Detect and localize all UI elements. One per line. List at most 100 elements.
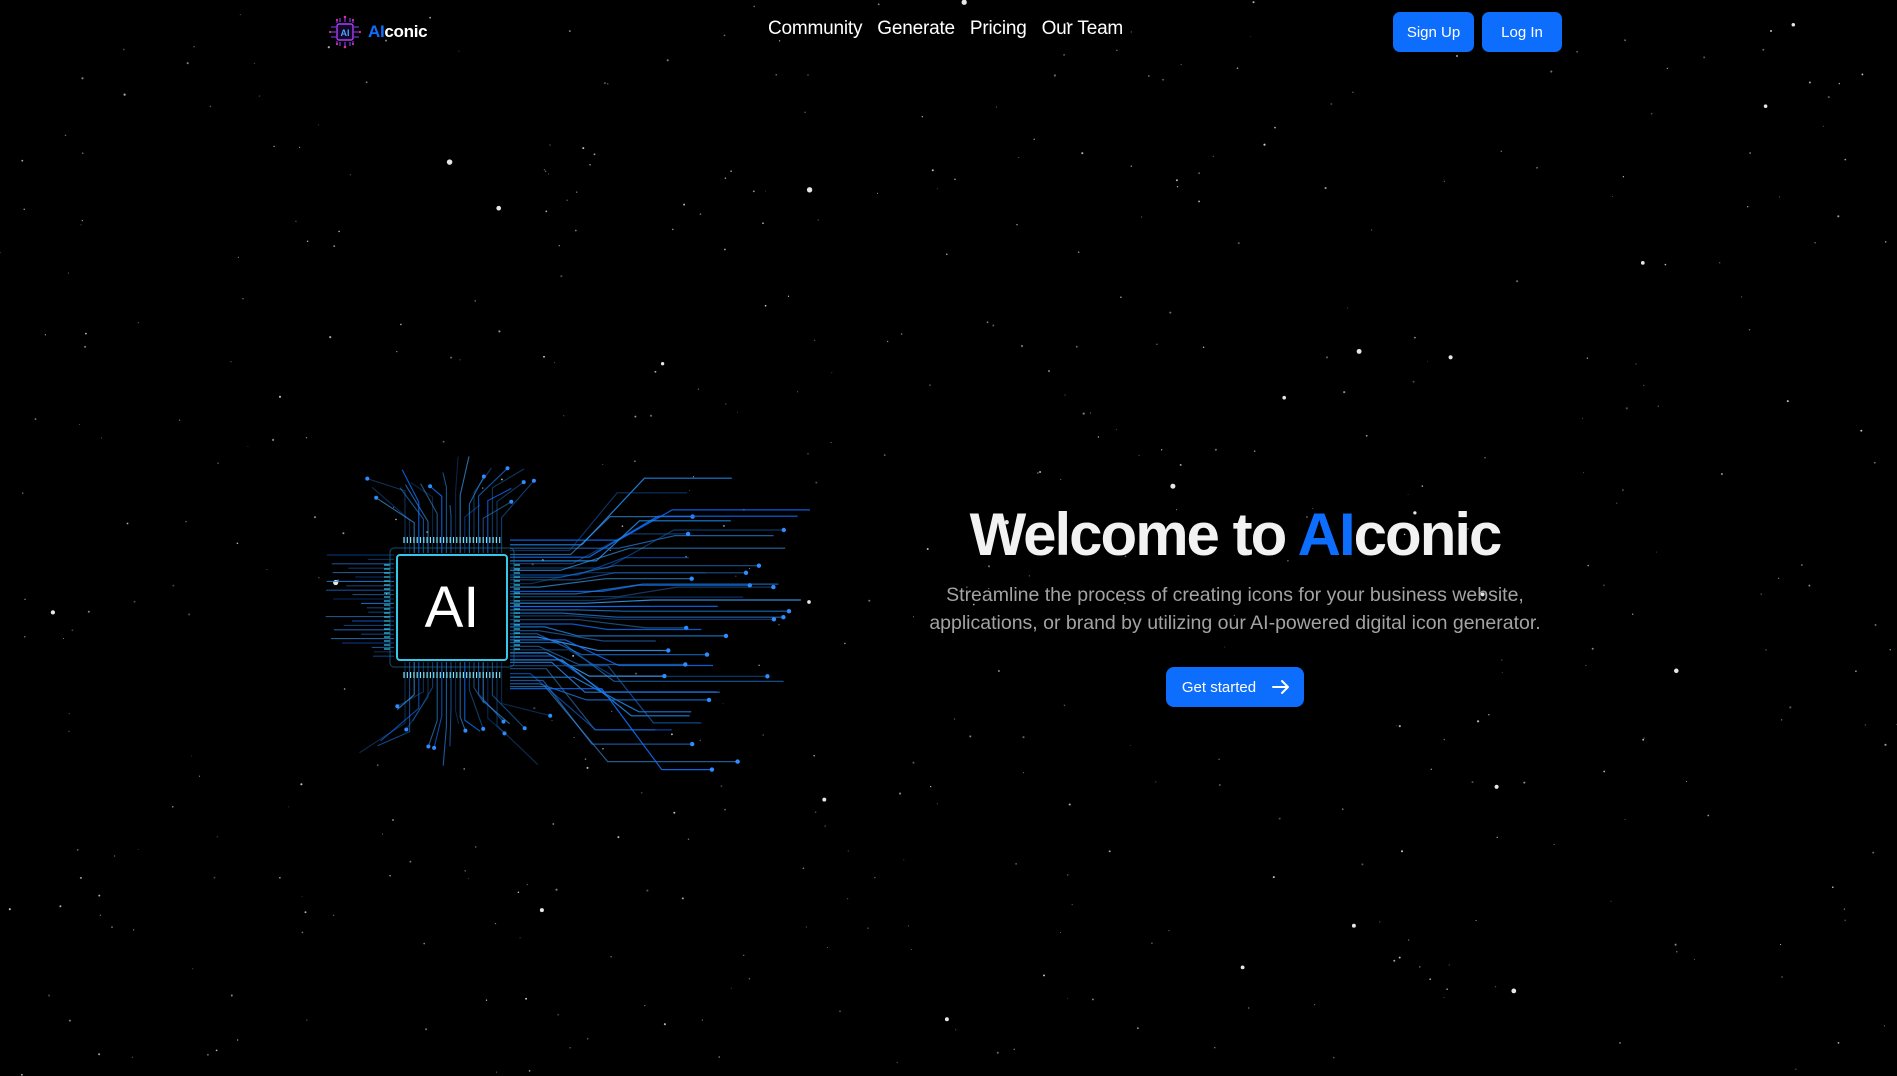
star xyxy=(266,568,268,571)
star xyxy=(1115,428,1117,430)
star xyxy=(171,805,174,808)
star xyxy=(1650,112,1653,115)
star xyxy=(1864,724,1867,726)
nav-link-pricing[interactable]: Pricing xyxy=(970,18,1027,40)
star xyxy=(1622,176,1625,178)
star xyxy=(617,836,620,839)
star xyxy=(389,874,391,877)
nav-link-generate[interactable]: Generate xyxy=(877,18,955,40)
star xyxy=(1060,931,1061,933)
star xyxy=(1674,668,1679,674)
star xyxy=(886,340,889,343)
star xyxy=(1553,844,1555,846)
star xyxy=(552,823,555,825)
star xyxy=(1643,384,1645,386)
star xyxy=(1071,903,1073,906)
star xyxy=(1676,951,1678,953)
star xyxy=(1747,206,1749,208)
star xyxy=(1214,448,1217,451)
star xyxy=(1313,1003,1316,1006)
star xyxy=(549,144,551,146)
star xyxy=(215,1049,218,1052)
star xyxy=(699,213,702,215)
star xyxy=(543,169,546,171)
star xyxy=(737,411,738,413)
get-started-button[interactable]: Get started xyxy=(1165,667,1305,707)
star xyxy=(697,388,699,390)
star xyxy=(23,635,26,638)
star xyxy=(560,275,563,278)
circuit-node xyxy=(765,674,770,679)
star xyxy=(822,797,827,802)
star xyxy=(126,522,129,525)
star xyxy=(992,324,995,327)
star xyxy=(1873,461,1876,464)
star xyxy=(1090,412,1092,414)
star xyxy=(1253,450,1256,452)
star xyxy=(242,298,244,300)
star xyxy=(830,442,832,444)
star xyxy=(1066,997,1068,999)
star xyxy=(663,1023,666,1026)
star xyxy=(365,81,368,84)
star xyxy=(1837,1042,1840,1044)
star xyxy=(1523,781,1526,784)
circuit-trace xyxy=(464,504,481,553)
star xyxy=(44,334,47,336)
star xyxy=(724,808,726,811)
star xyxy=(1401,850,1403,853)
star xyxy=(846,898,849,900)
star xyxy=(494,922,497,925)
star xyxy=(1583,472,1584,474)
star xyxy=(1097,436,1100,438)
sign-up-button[interactable]: Sign Up xyxy=(1393,12,1474,52)
circuit-node xyxy=(723,633,729,639)
star xyxy=(216,836,218,838)
star xyxy=(687,838,690,841)
nav-link-community[interactable]: Community xyxy=(768,18,862,40)
star xyxy=(1108,850,1111,853)
brand-logo-link[interactable]: AI AIconic xyxy=(328,14,428,50)
star xyxy=(554,362,556,364)
star xyxy=(883,454,886,457)
landing-page: AI AIconic Community Generate Pricing Ou… xyxy=(0,0,1897,1076)
star xyxy=(1443,996,1445,998)
star xyxy=(672,228,674,231)
star xyxy=(474,846,477,848)
star xyxy=(1656,551,1658,553)
star xyxy=(1430,768,1433,770)
star xyxy=(1198,172,1200,174)
star xyxy=(1616,502,1618,504)
circuit-node xyxy=(743,570,749,575)
star xyxy=(24,598,26,601)
star xyxy=(955,1029,957,1031)
star xyxy=(1612,195,1613,197)
star xyxy=(1591,647,1594,650)
star xyxy=(945,253,948,256)
star xyxy=(498,330,501,333)
hero-section: Welcome to AIconic Streamline the proces… xyxy=(880,495,1590,707)
star xyxy=(797,391,799,393)
log-in-button[interactable]: Log In xyxy=(1482,12,1562,52)
arrow-right-icon xyxy=(1272,680,1290,694)
star xyxy=(1786,400,1789,403)
star xyxy=(1494,986,1497,988)
star xyxy=(1169,311,1172,314)
star xyxy=(332,914,335,917)
star xyxy=(817,219,819,221)
star xyxy=(1844,919,1847,922)
star xyxy=(903,859,905,861)
star xyxy=(1741,296,1743,298)
star xyxy=(459,359,461,361)
star xyxy=(1141,216,1143,218)
star xyxy=(839,1010,841,1013)
star xyxy=(111,926,113,929)
star xyxy=(496,205,502,211)
star xyxy=(1033,138,1035,140)
star xyxy=(237,256,240,259)
star xyxy=(400,323,402,326)
nav-link-our-team[interactable]: Our Team xyxy=(1042,18,1124,40)
circuit-node xyxy=(704,652,710,657)
star xyxy=(603,82,606,85)
circuit-node xyxy=(666,648,671,653)
